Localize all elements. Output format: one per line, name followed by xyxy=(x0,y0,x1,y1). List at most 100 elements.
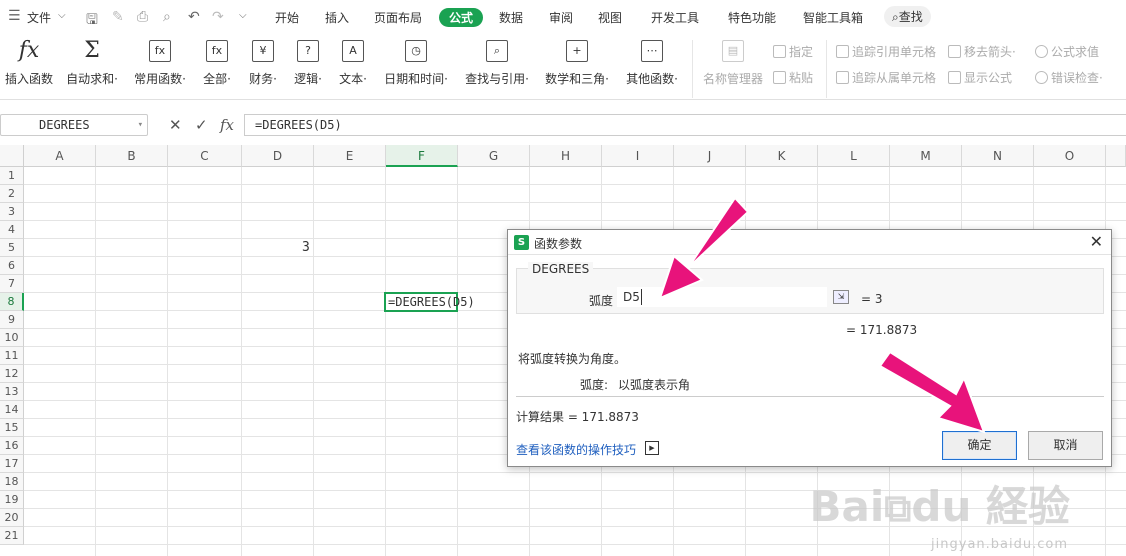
file-menu[interactable]: 文件 xyxy=(27,9,51,26)
column-header-g[interactable]: G xyxy=(458,145,530,167)
tab-formulas[interactable]: 公式 xyxy=(439,8,484,27)
cancel-button[interactable]: 取消 xyxy=(1028,431,1103,460)
row-header-14[interactable]: 14 xyxy=(0,401,24,419)
column-header-j[interactable]: J xyxy=(674,145,746,167)
tab-data[interactable]: 数据 xyxy=(499,9,523,26)
error-check-button[interactable]: 错误检查· xyxy=(1035,69,1103,86)
print-preview-icon[interactable]: ⌕ xyxy=(163,9,171,25)
fx-icon[interactable]: fx xyxy=(220,116,234,134)
row-header-9[interactable]: 9 xyxy=(0,311,24,329)
save-icon[interactable]: 🖫 xyxy=(86,9,98,33)
trace-precedents-label: 追踪引用单元格 xyxy=(852,45,937,59)
tab-insert[interactable]: 插入 xyxy=(325,9,349,26)
row-header-4[interactable]: 4 xyxy=(0,221,24,239)
dialog-titlebar[interactable]: S 函数参数 ✕ xyxy=(508,230,1111,255)
search-icon: ⌕ xyxy=(892,10,899,24)
column-header-c[interactable]: C xyxy=(168,145,242,167)
tab-page-layout[interactable]: 页面布局 xyxy=(374,9,422,26)
tab-features[interactable]: 特色功能 xyxy=(728,9,776,26)
name-box-value: DEGREES xyxy=(39,118,90,132)
video-icon[interactable]: ▶ xyxy=(645,441,659,455)
column-header-b[interactable]: B xyxy=(96,145,168,167)
row-header-16[interactable]: 16 xyxy=(0,437,24,455)
print-icon[interactable]: ⎙ xyxy=(137,9,148,25)
trace-precedents-button[interactable]: 追踪引用单元格 xyxy=(836,43,936,60)
name-box[interactable]: DEGREES ▾ xyxy=(0,114,148,136)
format-painter-icon[interactable]: ✎ xyxy=(112,9,124,25)
define-name-button[interactable]: 指定 xyxy=(773,43,813,60)
row-header-2[interactable]: 2 xyxy=(0,185,24,203)
cell-f8-active[interactable]: =DEGREES(D5) xyxy=(384,292,475,312)
all-functions-button[interactable]: fx 全部· xyxy=(199,40,235,87)
select-all-corner[interactable] xyxy=(0,145,24,167)
logical-button[interactable]: ? 逻辑· xyxy=(290,40,326,87)
row-header-1[interactable]: 1 xyxy=(0,167,24,185)
column-header-o[interactable]: O xyxy=(1034,145,1106,167)
tab-view[interactable]: 视图 xyxy=(598,9,622,26)
column-header-h[interactable]: H xyxy=(530,145,602,167)
column-header-d[interactable]: D xyxy=(242,145,314,167)
show-formulas-button[interactable]: 显示公式 xyxy=(948,69,1012,86)
row-header-8[interactable]: 8 xyxy=(0,293,24,311)
evaluate-formula-button[interactable]: 公式求值 xyxy=(1035,43,1099,60)
redo-icon[interactable]: ↷ xyxy=(212,9,224,25)
row-header-6[interactable]: 6 xyxy=(0,257,24,275)
row-header-19[interactable]: 19 xyxy=(0,491,24,509)
more-functions-button[interactable]: ⋯ 其他函数· xyxy=(622,40,682,87)
tab-developer[interactable]: 开发工具 xyxy=(651,9,699,26)
row-header-12[interactable]: 12 xyxy=(0,365,24,383)
enter-icon[interactable]: ✓ xyxy=(195,116,208,134)
grid-column-line xyxy=(95,167,96,556)
text-functions-button[interactable]: A 文本· xyxy=(335,40,371,87)
column-header-f[interactable]: F xyxy=(386,145,458,167)
hamburger-icon[interactable]: ☰ xyxy=(8,8,21,24)
help-link[interactable]: 查看该函数的操作技巧 xyxy=(516,441,636,458)
row-header-15[interactable]: 15 xyxy=(0,419,24,437)
date-time-button[interactable]: ◷ 日期和时间· xyxy=(380,40,452,87)
range-picker-icon[interactable]: ⇲ xyxy=(833,290,849,304)
chevron-down-icon[interactable]: ▾ xyxy=(138,115,143,135)
column-header-i[interactable]: I xyxy=(602,145,674,167)
cancel-icon[interactable]: ✕ xyxy=(169,116,182,134)
row-header-20[interactable]: 20 xyxy=(0,509,24,527)
autosum-button[interactable]: Σ 自动求和· xyxy=(63,40,121,87)
insert-function-button[interactable]: fx 插入函数 xyxy=(4,40,54,87)
arg-description-label: 弧度: xyxy=(580,378,609,392)
column-header-m[interactable]: M xyxy=(890,145,962,167)
tab-review[interactable]: 审阅 xyxy=(549,9,573,26)
tab-home[interactable]: 开始 xyxy=(275,9,299,26)
column-header-k[interactable]: K xyxy=(746,145,818,167)
math-trig-button[interactable]: + 数学和三角· xyxy=(541,40,613,87)
row-header-17[interactable]: 17 xyxy=(0,455,24,473)
search-button[interactable]: ⌕查找 xyxy=(884,6,931,27)
row-header-7[interactable]: 7 xyxy=(0,275,24,293)
row-header-21[interactable]: 21 xyxy=(0,527,24,545)
row-header-10[interactable]: 10 xyxy=(0,329,24,347)
column-header-e[interactable]: E xyxy=(314,145,386,167)
financial-button[interactable]: ¥ 财务· xyxy=(245,40,281,87)
row-header-3[interactable]: 3 xyxy=(0,203,24,221)
paste-name-button[interactable]: 粘贴 xyxy=(773,69,813,86)
tab-smart-toolbox[interactable]: 智能工具箱 xyxy=(803,9,863,26)
row-header-18[interactable]: 18 xyxy=(0,473,24,491)
formula-input[interactable]: =DEGREES(D5) xyxy=(244,114,1126,136)
text-functions-label: 文本· xyxy=(339,72,367,86)
column-header-l[interactable]: L xyxy=(818,145,890,167)
column-header-n[interactable]: N xyxy=(962,145,1034,167)
row-header-11[interactable]: 11 xyxy=(0,347,24,365)
column-header-a[interactable]: A xyxy=(24,145,96,167)
cell-d5[interactable]: 3 xyxy=(302,240,310,255)
row-header-13[interactable]: 13 xyxy=(0,383,24,401)
annotation-arrow-icon xyxy=(658,196,750,300)
define-icon xyxy=(773,45,786,58)
common-functions-button[interactable]: fx 常用函数· xyxy=(131,40,189,87)
remove-arrows-button[interactable]: 移去箭头· xyxy=(948,43,1016,60)
lookup-reference-button[interactable]: ⌕ 查找与引用· xyxy=(461,40,533,87)
close-icon[interactable]: ✕ xyxy=(1090,232,1103,251)
trace-dependents-button[interactable]: 追踪从属单元格 xyxy=(836,69,936,86)
row-header-5[interactable]: 5 xyxy=(0,239,24,257)
chevron-down-icon[interactable]: ⌵ xyxy=(58,10,66,21)
name-manager-button[interactable]: ▤ 名称管理器 xyxy=(700,40,766,87)
more-icon[interactable]: ⌵ xyxy=(239,10,247,21)
undo-icon[interactable]: ↶ xyxy=(188,9,200,25)
